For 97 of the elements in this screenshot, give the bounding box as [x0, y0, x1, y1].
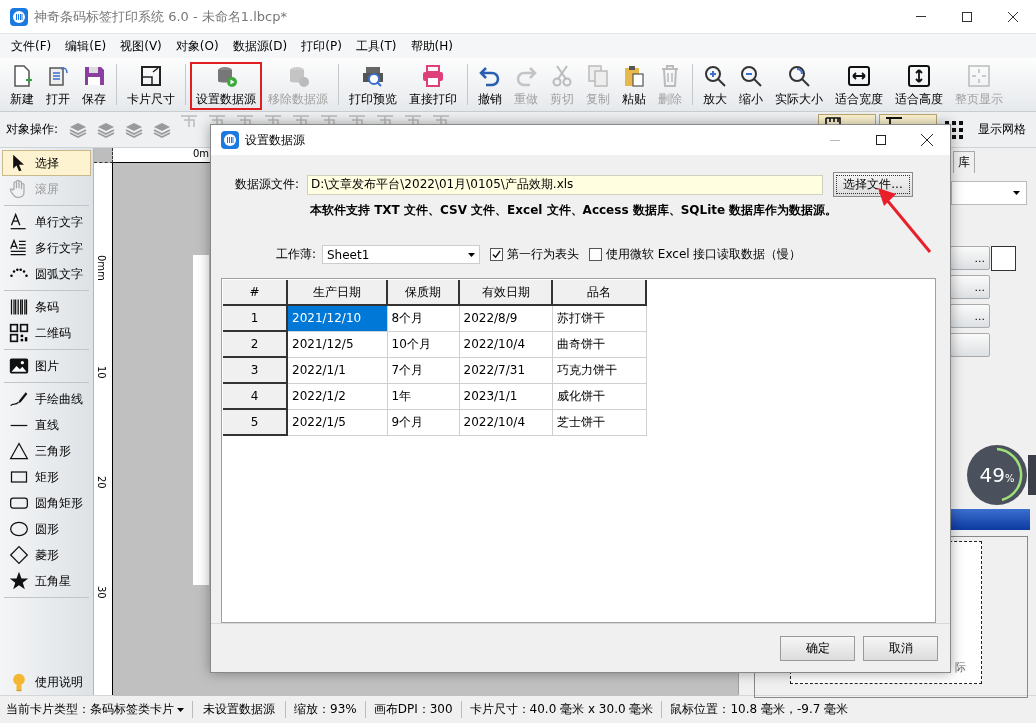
toolbar-button[interactable]: 粘贴 — [616, 61, 652, 110]
panel-button[interactable]: ... — [950, 304, 990, 328]
menu-item[interactable]: 帮助(H) — [403, 37, 460, 55]
menu-item[interactable]: 打印(P) — [294, 37, 349, 55]
checkbox-option[interactable]: 第一行为表头 — [490, 246, 579, 263]
usage-meter: 49% — [966, 444, 1028, 506]
ruler-label: 0m — [193, 148, 210, 159]
toolbar-button[interactable]: 打印预览 — [343, 61, 403, 110]
status-text: 画布DPI：300 — [364, 701, 461, 718]
toolbar-button[interactable]: 适合宽度 — [829, 61, 889, 110]
table-cell: 1年 — [387, 383, 459, 409]
toolbar-button[interactable]: 卡片尺寸 — [121, 61, 181, 110]
table-cell: 2023/1/1 — [459, 383, 552, 409]
tool-button[interactable]: 五角星 — [2, 568, 91, 594]
panel-tab[interactable]: 库 — [953, 151, 975, 173]
table-cell: 9个月 — [387, 409, 459, 435]
menu-item[interactable]: 文件(F) — [4, 37, 59, 55]
table-cell: 苏打饼干 — [552, 305, 646, 331]
toolbar-button[interactable]: 打开 — [40, 61, 76, 110]
toolbar-button[interactable]: 适合高度 — [889, 61, 949, 110]
panel-button[interactable]: ... — [950, 246, 990, 270]
table-cell: 芝士饼干 — [552, 409, 646, 435]
field-label: 数据源文件: — [233, 176, 300, 193]
field-label: 工作薄: — [274, 246, 316, 263]
ok-button[interactable]: 确定 — [780, 635, 855, 661]
table-cell: 2022/1/5 — [287, 409, 387, 435]
menu-item[interactable]: 视图(V) — [113, 37, 169, 55]
column-header: # — [223, 280, 287, 305]
preview-text: 际 — [955, 660, 966, 675]
table-cell: 8个月 — [387, 305, 459, 331]
table-cell: 7个月 — [387, 357, 459, 383]
tool-button[interactable]: 圆弧文字 — [2, 261, 91, 287]
window-title: 神奇条码标签打印系统 6.0 - 未命名1.lbcp* — [34, 7, 288, 26]
toolbar-button[interactable]: 撤销 — [472, 61, 508, 110]
row-header: 3 — [223, 357, 287, 383]
status-text: 鼠标位置：10.8 毫米，-9.7 毫米 — [661, 701, 857, 718]
table-cell: 威化饼干 — [552, 383, 646, 409]
tool-button[interactable]: 选择 — [2, 150, 91, 176]
table-cell: 2022/1/2 — [287, 383, 387, 409]
column-header: 品名 — [552, 280, 646, 305]
tool-button[interactable]: 圆角矩形 — [2, 490, 91, 516]
file-path-field[interactable]: D:\文章发布平台\2022\01月\0105\产品效期.xls — [307, 174, 823, 195]
tool-button[interactable]: 直线 — [2, 412, 91, 438]
menu-item[interactable]: 编辑(E) — [58, 37, 114, 55]
toolbar-button[interactable]: 新建 — [4, 61, 40, 110]
tool-button[interactable]: 单行文字 — [2, 209, 91, 235]
panel-button[interactable]: ... — [950, 275, 990, 299]
row-header: 5 — [223, 409, 287, 435]
cancel-button[interactable]: 取消 — [863, 635, 938, 661]
tool-button[interactable]: 多行文字 — [2, 235, 91, 261]
menu-item[interactable]: 对象(O) — [168, 37, 226, 55]
column-header: 生产日期 — [287, 280, 387, 305]
status-text: 未设置数据源 — [192, 701, 285, 718]
dialog-title: 设置数据源 — [245, 131, 306, 149]
table-cell: 2022/7/31 — [459, 357, 552, 383]
table-cell: 2022/1/1 — [287, 357, 387, 383]
table-cell: 2022/10/4 — [459, 409, 552, 435]
status-text: 卡片尺寸：40.0 毫米 x 30.0 毫米 — [460, 701, 662, 718]
tool-button[interactable]: 菱形 — [2, 542, 91, 568]
object-ops-label: 对象操作: — [6, 121, 59, 138]
ruler-label: 30 — [95, 586, 107, 600]
tool-button[interactable]: 矩形 — [2, 464, 91, 490]
tool-button[interactable]: 条码 — [2, 294, 91, 320]
card-type-selector[interactable]: 当前卡片类型：条码标签类卡片 — [0, 701, 192, 718]
toolbar-button[interactable]: 实际大小 — [769, 61, 829, 110]
menu-item[interactable]: 工具(T) — [348, 37, 404, 55]
ruler-label: 20 — [95, 476, 107, 490]
table-cell: 巧克力饼干 — [552, 357, 646, 383]
row-header: 2 — [223, 331, 287, 357]
menu-item[interactable]: 数据源(D) — [225, 37, 295, 55]
table-cell: 10个月 — [387, 331, 459, 357]
tool-button[interactable]: 图片 — [2, 353, 91, 379]
toolbar-button[interactable]: 直接打印 — [403, 61, 463, 110]
workbook-dropdown[interactable]: Sheet1 — [322, 245, 480, 264]
choose-file-button[interactable]: 选择文件... — [833, 172, 913, 197]
table-cell: 2021/12/10 — [287, 305, 387, 331]
help-button[interactable]: 使用说明 — [2, 669, 91, 695]
tool-button[interactable]: 三角形 — [2, 438, 91, 464]
table-cell: 曲奇饼干 — [552, 331, 646, 357]
table-cell: 2022/10/4 — [459, 331, 552, 357]
tool-button[interactable]: 圆形 — [2, 516, 91, 542]
status-text: 缩放：93% — [285, 701, 365, 718]
row-header: 1 — [223, 305, 287, 331]
row-header: 4 — [223, 383, 287, 409]
table-cell: 2021/12/5 — [287, 331, 387, 357]
tool-button[interactable]: 手绘曲线 — [2, 386, 91, 412]
toolbar-button[interactable]: 放大 — [697, 61, 733, 110]
toolbar-button[interactable]: 设置数据源 — [190, 61, 262, 110]
toolbar-button[interactable]: 缩小 — [733, 61, 769, 110]
tool-button[interactable]: 二维码 — [2, 320, 91, 346]
support-note: 本软件支持 TXT 文件、CSV 文件、Excel 文件、Access 数据库、SQLite 数据库作为数据源。 — [310, 202, 839, 219]
table-cell: 2022/8/9 — [459, 305, 552, 331]
ruler-label: 10 — [95, 366, 107, 380]
column-header: 保质期 — [387, 280, 459, 305]
column-header: 有效日期 — [459, 280, 552, 305]
checkbox-option[interactable]: 使用微软 Excel 接口读取数据（慢） — [589, 246, 802, 263]
toolbar-button[interactable]: 保存 — [76, 61, 112, 110]
